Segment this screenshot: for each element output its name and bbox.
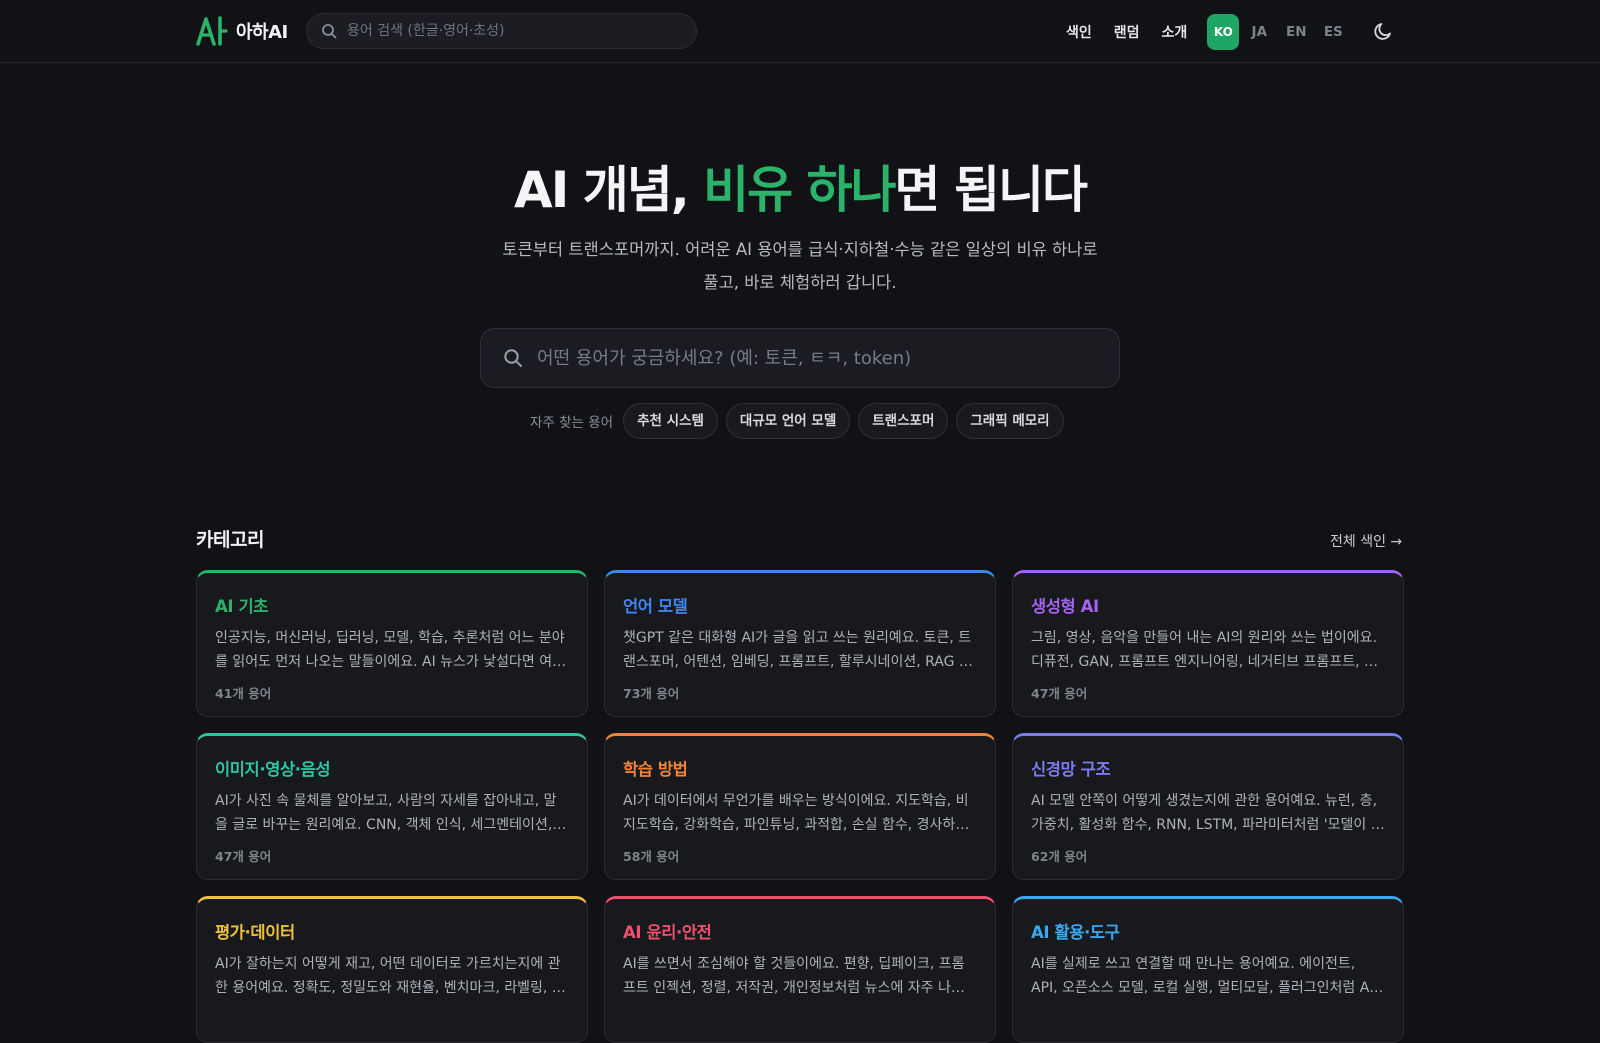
category-term-count: 41개 용어 bbox=[215, 686, 272, 701]
hero-title-accent: 비유 하나 bbox=[703, 161, 896, 219]
category-card[interactable]: 언어 모델 챗GPT 같은 대화형 AI가 글을 읽고 쓰는 원리예요. 토큰,… bbox=[604, 570, 996, 717]
hero-title-start: AI 개념, bbox=[514, 161, 704, 219]
popular-terms-label: 자주 찾는 용어 bbox=[530, 415, 614, 431]
lang-ko-button[interactable]: KO bbox=[1207, 14, 1240, 50]
all-index-link[interactable]: 전체 색인 → bbox=[1330, 531, 1402, 551]
category-title: 이미지·영상·음성 bbox=[215, 760, 331, 779]
header-search-input[interactable] bbox=[347, 23, 667, 39]
category-card[interactable]: 생성형 AI 그림, 영상, 음악을 만들어 내는 AI의 원리와 쓰는 법이에… bbox=[1012, 570, 1404, 717]
category-title: 평가·데이터 bbox=[215, 923, 295, 942]
category-title: AI 윤리·안전 bbox=[623, 923, 712, 942]
category-card[interactable]: AI 활용·도구 AI를 실제로 쓰고 연결할 때 만나는 용어예요. 에이전트… bbox=[1012, 896, 1404, 1043]
category-term-count: 62개 용어 bbox=[1031, 849, 1088, 864]
category-term-count: 47개 용어 bbox=[1031, 686, 1088, 701]
category-title: AI 기초 bbox=[215, 597, 269, 616]
header-search-box[interactable] bbox=[306, 13, 697, 49]
category-card[interactable]: 평가·데이터 AI가 잘하는지 어떻게 재고, 어떤 데이터로 가르치는지에 관… bbox=[196, 896, 588, 1043]
nav-about[interactable]: 소개 bbox=[1162, 22, 1188, 42]
hero-subtitle: 토큰부터 트랜스포머까지. 어려운 AI 용어를 급식·지하철·수능 같은 일상… bbox=[502, 240, 1098, 292]
popular-terms: 자주 찾는 용어 추천 시스템 대규모 언어 모델 트랜스포머 그래픽 메모리 bbox=[530, 403, 1064, 439]
category-card[interactable]: AI 기초 인공지능, 머신러닝, 딥러닝, 모델, 학습, 추론처럼 어느 분… bbox=[196, 570, 588, 717]
category-term-count: 47개 용어 bbox=[215, 849, 272, 864]
popular-term-chip[interactable]: 트랜스포머 bbox=[858, 403, 949, 439]
moon-icon[interactable] bbox=[1372, 20, 1394, 42]
category-description: 그림, 영상, 음악을 만들어 내는 AI의 원리와 쓰는 법이에요. 디퓨전,… bbox=[1031, 630, 1378, 670]
lang-en-button[interactable]: EN bbox=[1279, 24, 1313, 40]
category-term-count: 58개 용어 bbox=[623, 849, 680, 864]
nav-index[interactable]: 색인 bbox=[1066, 22, 1092, 42]
category-description: AI 모델 안쪽이 어떻게 생겼는지에 관한 용어예요. 뉴런, 층, 가중치,… bbox=[1031, 793, 1384, 833]
category-title: 생성형 AI bbox=[1031, 597, 1099, 616]
lang-ja-button[interactable]: JA bbox=[1242, 24, 1276, 40]
category-card[interactable]: 학습 방법 AI가 데이터에서 무언가를 배우는 방식이에요. 지도학습, 비지… bbox=[604, 733, 996, 880]
category-title: AI 활용·도구 bbox=[1031, 923, 1120, 942]
lang-es-button[interactable]: ES bbox=[1316, 24, 1350, 40]
category-title: 신경망 구조 bbox=[1031, 760, 1111, 779]
category-term-count: 73개 용어 bbox=[623, 686, 680, 701]
search-icon bbox=[504, 349, 522, 367]
popular-term-chip[interactable]: 추천 시스템 bbox=[623, 403, 718, 439]
hero-title-end: 면 됩니다 bbox=[894, 161, 1088, 219]
top-navigation-bar: 아하AI 색인 랜덤 소개 KO JA EN ES bbox=[0, 0, 1600, 63]
category-description: AI가 사진 속 물체를 알아보고, 사람의 자세를 잡아내고, 말을 글로 바… bbox=[215, 793, 557, 833]
category-description: AI를 실제로 쓰고 연결할 때 만나는 용어예요. 에이전트, API, 오픈… bbox=[1031, 956, 1374, 996]
main-nav: 색인 랜덤 소개 KO JA EN ES bbox=[1066, 14, 1353, 50]
hero-search-input[interactable] bbox=[537, 347, 1097, 369]
popular-term-chip[interactable]: 대규모 언어 모델 bbox=[725, 403, 851, 439]
category-description: 인공지능, 머신러닝, 딥러닝, 모델, 학습, 추론처럼 어느 분야를 읽어도… bbox=[215, 630, 565, 670]
category-title: 언어 모델 bbox=[623, 597, 688, 616]
category-grid: AI 기초 인공지능, 머신러닝, 딥러닝, 모델, 학습, 추론처럼 어느 분… bbox=[196, 570, 1404, 1043]
categories-heading: 카테고리 bbox=[196, 529, 264, 551]
category-card[interactable]: 신경망 구조 AI 모델 안쪽이 어떻게 생겼는지에 관한 용어예요. 뉴런, … bbox=[1012, 733, 1404, 880]
search-icon bbox=[322, 24, 337, 39]
popular-term-chip[interactable]: 그래픽 메모리 bbox=[956, 403, 1064, 439]
category-description: AI가 데이터에서 무언가를 배우는 방식이에요. 지도학습, 비지도학습, 강… bbox=[623, 793, 969, 833]
category-description: 챗GPT 같은 대화형 AI가 글을 읽고 쓰는 원리예요. 토큰, 트랜스포머… bbox=[623, 630, 972, 670]
category-description: AI가 잘하는지 어떻게 재고, 어떤 데이터로 가르치는지에 관한 용어예요.… bbox=[215, 956, 565, 996]
category-title: 학습 방법 bbox=[623, 760, 688, 779]
category-card[interactable]: AI 윤리·안전 AI를 쓰면서 조심해야 할 것들이에요. 편향, 딥페이크,… bbox=[604, 896, 996, 1043]
hero-search-box[interactable] bbox=[480, 328, 1120, 388]
nav-random[interactable]: 랜덤 bbox=[1114, 22, 1140, 42]
logo-mark-icon bbox=[196, 16, 228, 46]
hero-title: AI 개념, 비유 하나면 됩니다 bbox=[0, 150, 1600, 222]
category-card[interactable]: 이미지·영상·음성 AI가 사진 속 물체를 알아보고, 사람의 자세를 잡아내… bbox=[196, 733, 588, 880]
brand-logo[interactable]: 아하AI bbox=[196, 16, 288, 46]
brand-name: 아하AI bbox=[236, 22, 288, 43]
category-description: AI를 쓰면서 조심해야 할 것들이에요. 편향, 딥페이크, 프롬프트 인젝션… bbox=[623, 956, 977, 996]
